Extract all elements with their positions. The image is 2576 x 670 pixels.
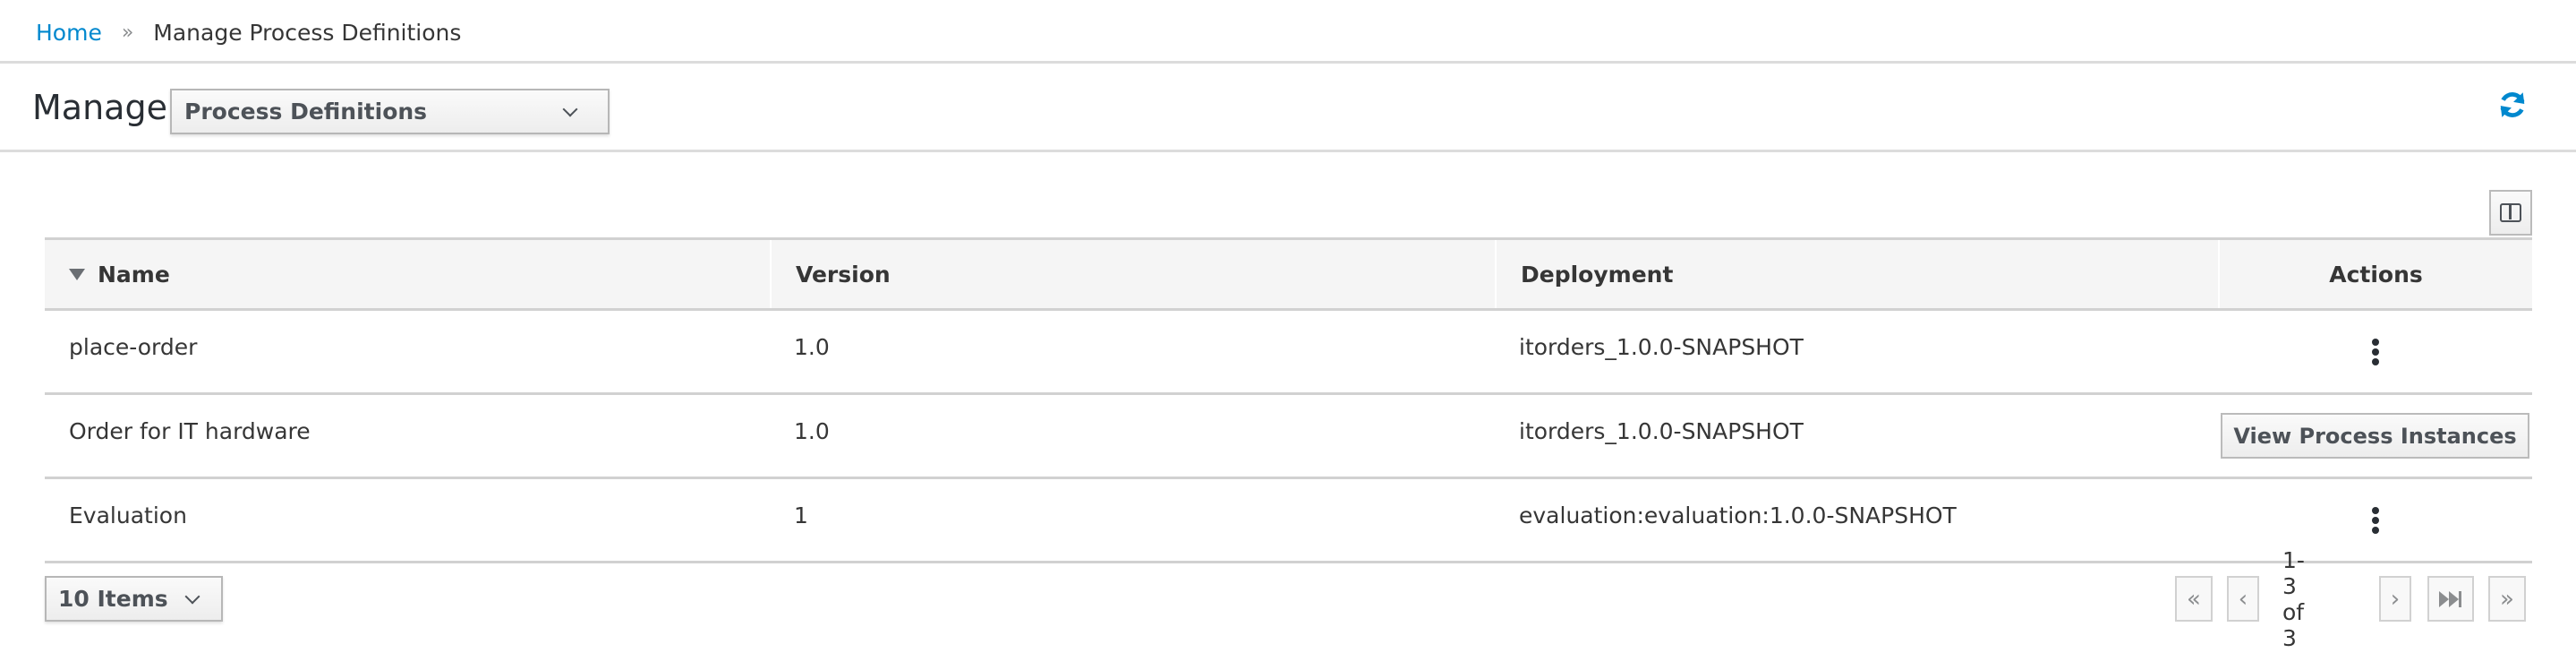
skip-to-end-icon (2439, 590, 2461, 607)
column-header-label: Actions (2329, 261, 2423, 288)
process-definitions-table: Name Version Deployment Actions place-or… (45, 237, 2532, 563)
toolbar-divider (0, 150, 2576, 152)
cell-version: 1 (794, 502, 808, 528)
page-size-select[interactable]: 10 Items (45, 576, 223, 622)
cell-version: 1.0 (794, 418, 830, 444)
table-row[interactable]: Evaluation 1 evaluation:evaluation:1.0.0… (45, 479, 2532, 563)
view-process-instances-button[interactable]: View Process Instances (2221, 413, 2529, 459)
chevron-down-icon (184, 588, 200, 604)
page-info: 1-3 of 3 (2282, 546, 2305, 651)
previous-page-button[interactable]: ‹ (2227, 576, 2259, 622)
cell-actions (2218, 479, 2532, 561)
cell-deployment: itorders_1.0.0-SNAPSHOT (1519, 418, 1804, 444)
cell-name: Order for IT hardware (69, 418, 311, 444)
column-header-version[interactable]: Version (770, 240, 1495, 308)
breadcrumb-home-link[interactable]: Home (36, 20, 102, 46)
cell-deployment: evaluation:evaluation:1.0.0-SNAPSHOT (1519, 502, 1957, 528)
manage-type-selected: Process Definitions (184, 99, 428, 125)
cell-name: place-order (69, 334, 198, 360)
cell-version: 1.0 (794, 334, 830, 360)
refresh-icon (2500, 92, 2525, 117)
kebab-menu-icon[interactable] (2363, 502, 2388, 539)
cell-actions (2218, 311, 2532, 392)
double-chevron-left-icon: « (2187, 585, 2201, 613)
cell-deployment: itorders_1.0.0-SNAPSHOT (1519, 334, 1804, 360)
refresh-button[interactable] (2497, 90, 2528, 120)
breadcrumb-current: Manage Process Definitions (153, 19, 462, 46)
first-page-button[interactable]: « (2175, 576, 2213, 622)
header-divider (0, 61, 2576, 64)
chevron-down-icon (562, 101, 578, 116)
chevron-right-icon: › (2390, 585, 2401, 613)
cell-name: Evaluation (69, 502, 187, 528)
manage-type-select[interactable]: Process Definitions (170, 89, 610, 134)
table-header: Name Version Deployment Actions (45, 237, 2532, 311)
column-header-label: Name (98, 261, 170, 288)
next-page-button[interactable]: › (2379, 576, 2411, 622)
column-header-label: Version (796, 261, 891, 288)
last-page-button[interactable]: » (2488, 576, 2526, 622)
table-row[interactable]: Order for IT hardware 1.0 itorders_1.0.0… (45, 395, 2532, 479)
breadcrumb: Home » Manage Process Definitions (36, 16, 461, 48)
breadcrumb-separator: » (121, 21, 134, 44)
double-chevron-right-icon: » (2500, 585, 2514, 613)
columns-icon (2500, 203, 2521, 222)
table-row[interactable]: place-order 1.0 itorders_1.0.0-SNAPSHOT (45, 311, 2532, 395)
page-title: Manage (32, 88, 167, 127)
page-size-value: 10 Items (58, 586, 168, 612)
column-header-actions: Actions (2218, 240, 2532, 308)
column-header-label: Deployment (1521, 261, 1674, 288)
cell-actions: View Process Instances (2218, 395, 2532, 477)
kebab-menu-icon[interactable] (2363, 333, 2388, 371)
column-picker-button[interactable] (2489, 190, 2532, 236)
last-page-skip-button[interactable] (2427, 576, 2474, 622)
sort-descending-icon (69, 268, 85, 280)
column-header-name[interactable]: Name (45, 240, 770, 308)
column-header-deployment[interactable]: Deployment (1495, 240, 2218, 308)
chevron-left-icon: ‹ (2238, 585, 2248, 613)
